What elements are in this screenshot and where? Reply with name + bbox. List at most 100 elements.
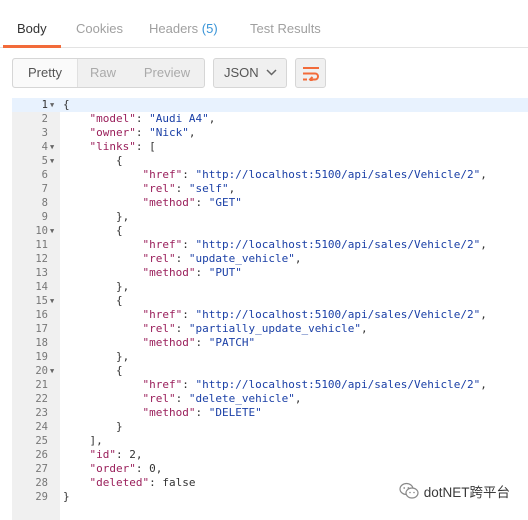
code-line: 21 "href": "http://localhost:5100/api/sa… bbox=[12, 378, 528, 392]
line-number: 8 bbox=[41, 197, 48, 209]
code-line: 9 }, bbox=[12, 210, 528, 224]
line-number: 26 bbox=[35, 449, 48, 461]
code-line: 13 "method": "PUT" bbox=[12, 266, 528, 280]
raw-button[interactable]: Raw bbox=[77, 59, 129, 87]
watermark: dotNET跨平台 bbox=[399, 480, 510, 502]
tab-headers[interactable]: Headers (5) bbox=[149, 8, 218, 47]
format-label: JSON bbox=[224, 65, 259, 80]
code-text: "method": "PUT" bbox=[142, 266, 242, 279]
code-line: 24 } bbox=[12, 420, 528, 434]
line-number: 17 bbox=[35, 323, 48, 335]
format-dropdown[interactable]: JSON bbox=[213, 58, 287, 88]
code-text: "owner": "Nick", bbox=[89, 126, 196, 139]
code-text: } bbox=[63, 490, 70, 503]
line-number: 24 bbox=[35, 421, 48, 433]
code-lines: 1 ▼{2 "model": "Audi A4", 3 "owner": "Nick… bbox=[12, 98, 528, 504]
code-text: { bbox=[63, 364, 123, 377]
wechat-icon bbox=[399, 482, 419, 499]
code-text: "rel": "update_vehicle", bbox=[142, 252, 302, 265]
code-text: "href": "http://localhost:5100/api/sales… bbox=[142, 238, 487, 251]
fold-toggle-icon[interactable]: ▼ bbox=[50, 294, 54, 308]
headers-count-badge: (5) bbox=[201, 21, 218, 36]
fold-toggle-icon[interactable]: ▼ bbox=[50, 224, 54, 238]
line-number: 19 bbox=[35, 351, 48, 363]
code-line: 23 "method": "DELETE" bbox=[12, 406, 528, 420]
line-number: 15 bbox=[35, 295, 48, 307]
line-number: 7 bbox=[41, 183, 48, 195]
fold-toggle-icon[interactable]: ▼ bbox=[50, 140, 54, 154]
view-mode-switcher: Pretty Raw Preview bbox=[12, 58, 205, 88]
fold-toggle-icon[interactable]: ▼ bbox=[50, 98, 54, 112]
line-number: 10 bbox=[35, 225, 48, 237]
code-text: "method": "GET" bbox=[142, 196, 242, 209]
response-toolbar: Pretty Raw Preview JSON bbox=[0, 48, 528, 98]
code-line: 10 ▼ { bbox=[12, 224, 528, 238]
code-line: 15 ▼ { bbox=[12, 294, 528, 308]
wrap-lines-icon bbox=[303, 67, 319, 81]
chevron-down-icon bbox=[266, 69, 277, 76]
pretty-button[interactable]: Pretty bbox=[13, 59, 78, 87]
code-text: "method": "DELETE" bbox=[142, 406, 262, 419]
code-text: }, bbox=[63, 210, 130, 223]
fold-toggle-icon[interactable]: ▼ bbox=[50, 154, 54, 168]
code-line: 17 "rel": "partially_update_vehicle", bbox=[12, 322, 528, 336]
code-text: } bbox=[63, 420, 123, 433]
code-line: 7 "rel": "self", bbox=[12, 182, 528, 196]
code-line: 5 ▼ { bbox=[12, 154, 528, 168]
line-number: 25 bbox=[35, 435, 48, 447]
line-number: 18 bbox=[35, 337, 48, 349]
code-text: "id": 2, bbox=[89, 448, 143, 461]
code-line: 20 ▼ { bbox=[12, 364, 528, 378]
code-line: 2 "model": "Audi A4", bbox=[12, 112, 528, 126]
preview-button[interactable]: Preview bbox=[131, 59, 203, 87]
line-number: 3 bbox=[41, 127, 48, 139]
line-number: 6 bbox=[41, 169, 48, 181]
code-text: { bbox=[63, 294, 123, 307]
code-text: "rel": "partially_update_vehicle", bbox=[142, 322, 368, 335]
code-line: 26 "id": 2, bbox=[12, 448, 528, 462]
line-number: 21 bbox=[35, 379, 48, 391]
response-body-editor[interactable]: 1 ▼{2 "model": "Audi A4", 3 "owner": "Nick… bbox=[12, 98, 528, 520]
code-line: 6 "href": "http://localhost:5100/api/sal… bbox=[12, 168, 528, 182]
tab-body[interactable]: Body bbox=[3, 8, 61, 48]
line-number: 29 bbox=[35, 491, 48, 503]
code-line: 8 "method": "GET" bbox=[12, 196, 528, 210]
code-line: 4 ▼ "links": [ bbox=[12, 140, 528, 154]
line-number: 9 bbox=[41, 211, 48, 223]
code-line: 3 "owner": "Nick", bbox=[12, 126, 528, 140]
line-number: 13 bbox=[35, 267, 48, 279]
line-number: 5 bbox=[41, 155, 48, 167]
line-number: 4 bbox=[41, 141, 48, 153]
tab-test-results[interactable]: Test Results bbox=[250, 8, 321, 47]
code-text: { bbox=[63, 154, 123, 167]
tab-cookies[interactable]: Cookies bbox=[76, 8, 123, 47]
code-text: ], bbox=[63, 434, 103, 447]
code-line: 22 "rel": "delete_vehicle", bbox=[12, 392, 528, 406]
code-text: }, bbox=[63, 280, 130, 293]
code-text: "href": "http://localhost:5100/api/sales… bbox=[142, 308, 487, 321]
line-number: 28 bbox=[35, 477, 48, 489]
fold-toggle-icon[interactable]: ▼ bbox=[50, 364, 54, 378]
line-number: 27 bbox=[35, 463, 48, 475]
code-line: 11 "href": "http://localhost:5100/api/sa… bbox=[12, 238, 528, 252]
code-line: 25 ], bbox=[12, 434, 528, 448]
line-number: 16 bbox=[35, 309, 48, 321]
code-text: "rel": "self", bbox=[142, 182, 236, 195]
code-text: "deleted": false bbox=[89, 476, 196, 489]
code-text: { bbox=[63, 98, 70, 111]
code-text: "href": "http://localhost:5100/api/sales… bbox=[142, 378, 487, 391]
code-line: 14 }, bbox=[12, 280, 528, 294]
line-number: 20 bbox=[35, 365, 48, 377]
code-text: "order": 0, bbox=[89, 462, 163, 475]
watermark-text: dotNET跨平台 bbox=[423, 485, 510, 500]
code-text: }, bbox=[63, 350, 130, 363]
code-line: 12 "rel": "update_vehicle", bbox=[12, 252, 528, 266]
code-text: "links": [ bbox=[89, 140, 156, 153]
line-number: 14 bbox=[35, 281, 48, 293]
line-number: 2 bbox=[41, 113, 48, 125]
code-line: 19 }, bbox=[12, 350, 528, 364]
code-text: "model": "Audi A4", bbox=[89, 112, 216, 125]
wrap-lines-button[interactable] bbox=[295, 58, 326, 88]
code-text: "method": "PATCH" bbox=[142, 336, 256, 349]
code-text: "href": "http://localhost:5100/api/sales… bbox=[142, 168, 487, 181]
